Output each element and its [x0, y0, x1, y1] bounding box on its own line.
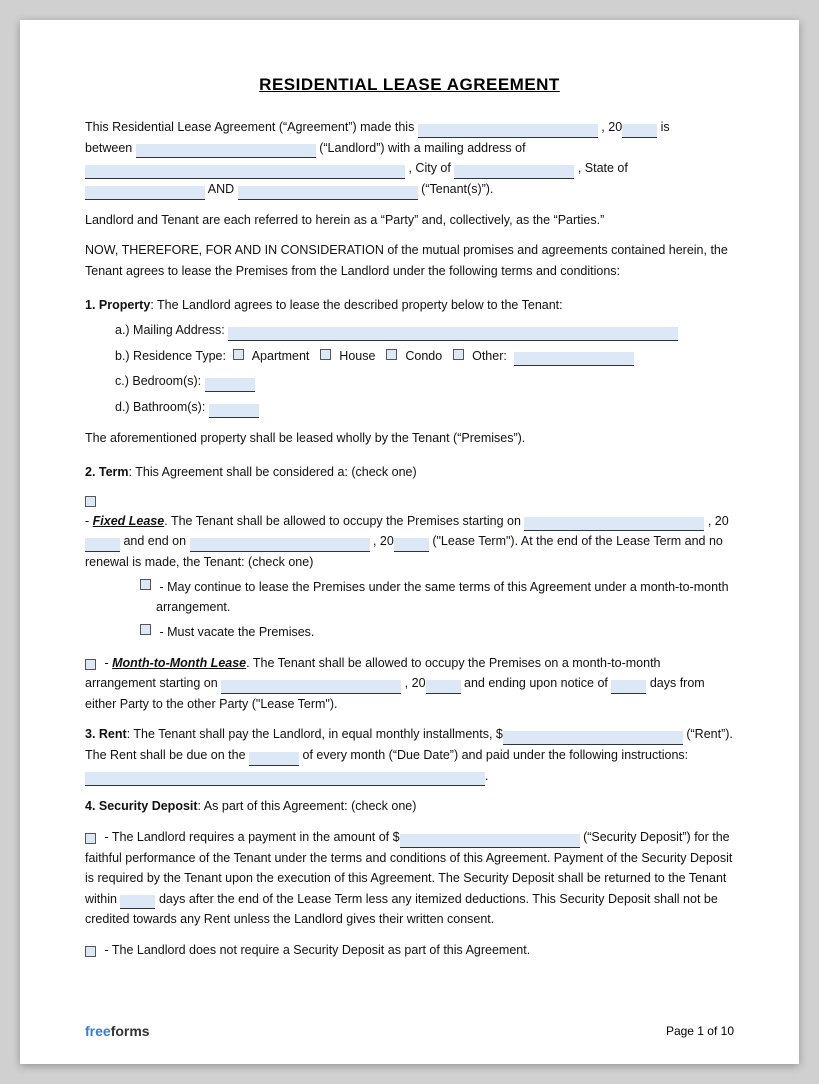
mtm-continue-checkbox[interactable]	[140, 579, 151, 590]
bathrooms-field[interactable]	[209, 404, 259, 418]
fixed-end-year-field[interactable]	[394, 538, 429, 552]
intro-line1-pre: This Residential Lease Agreement (“Agree…	[85, 120, 414, 134]
section4-heading: 4. Security Deposit: As part of this Agr…	[85, 796, 734, 817]
fixed-lease-checkbox[interactable]	[85, 496, 96, 507]
year-field[interactable]	[622, 124, 657, 138]
fixed-start-date-field[interactable]	[524, 517, 704, 531]
security-deposit-amount-field[interactable]	[400, 834, 580, 848]
fixed-lease-block: - Fixed Lease. The Tenant shall be allow…	[85, 493, 734, 643]
bathrooms-row: d.) Bathroom(s):	[115, 397, 734, 418]
parties-text: Landlord and Tenant are each referred to…	[85, 210, 734, 231]
mtm-lease-checkbox[interactable]	[85, 659, 96, 670]
house-checkbox[interactable]	[320, 349, 331, 360]
document-footer: freeforms Page 1 of 10	[85, 1023, 734, 1039]
other-checkbox[interactable]	[453, 349, 464, 360]
section1-heading: 1. Property: The Landlord agrees to leas…	[85, 295, 734, 316]
bedrooms-row: c.) Bedroom(s):	[115, 371, 734, 392]
other-type-field[interactable]	[514, 352, 634, 366]
security-deposit-option2: - The Landlord does not require a Securi…	[85, 940, 734, 961]
payment-instructions-field[interactable]	[85, 772, 485, 786]
mtm-start-year-field[interactable]	[426, 680, 461, 694]
document-page: RESIDENTIAL LEASE AGREEMENT This Residen…	[20, 20, 799, 1064]
agreement-date-field[interactable]	[418, 124, 598, 138]
intro-paragraph: This Residential Lease Agreement (“Agree…	[85, 117, 734, 200]
rent-amount-field[interactable]	[503, 731, 683, 745]
residence-type-row: b.) Residence Type: Apartment House Cond…	[115, 346, 734, 367]
mtm-lease-block: - Month-to-Month Lease. The Tenant shall…	[85, 653, 734, 715]
premises-closing: The aforementioned property shall be lea…	[85, 428, 734, 449]
city-field[interactable]	[454, 165, 574, 179]
consideration-text: NOW, THEREFORE, FOR AND IN CONSIDERATION…	[85, 240, 734, 281]
page-number: Page 1 of 10	[666, 1024, 734, 1038]
landlord-name-field[interactable]	[136, 144, 316, 158]
return-days-field[interactable]	[120, 895, 155, 909]
mailing-address-field[interactable]	[85, 165, 405, 179]
section1-items: a.) Mailing Address: b.) Residence Type:…	[115, 320, 734, 418]
due-date-field[interactable]	[249, 752, 299, 766]
fixed-start-year-field[interactable]	[85, 538, 120, 552]
condo-checkbox[interactable]	[386, 349, 397, 360]
property-address-field[interactable]	[228, 327, 678, 341]
property-mailing-address-row: a.) Mailing Address:	[115, 320, 734, 341]
document-title: RESIDENTIAL LEASE AGREEMENT	[85, 75, 734, 95]
section3-heading: 3. Rent: The Tenant shall pay the Landlo…	[85, 724, 734, 786]
brand-logo: freeforms	[85, 1023, 150, 1039]
month-to-month-option: - May continue to lease the Premises und…	[140, 577, 734, 618]
vacate-option: - Must vacate the Premises.	[140, 622, 734, 643]
vacate-checkbox[interactable]	[140, 624, 151, 635]
state-field[interactable]	[85, 186, 205, 200]
mtm-start-date-field[interactable]	[221, 680, 401, 694]
fixed-end-date-field[interactable]	[190, 538, 370, 552]
mtm-days-field[interactable]	[611, 680, 646, 694]
security-deposit-option1: - The Landlord requires a payment in the…	[85, 827, 734, 930]
bedrooms-field[interactable]	[205, 378, 255, 392]
tenant-name-field[interactable]	[238, 186, 418, 200]
no-security-deposit-checkbox[interactable]	[85, 946, 96, 957]
security-deposit-required-checkbox[interactable]	[85, 833, 96, 844]
apartment-checkbox[interactable]	[233, 349, 244, 360]
section2-heading: 2. Term: This Agreement shall be conside…	[85, 462, 734, 483]
